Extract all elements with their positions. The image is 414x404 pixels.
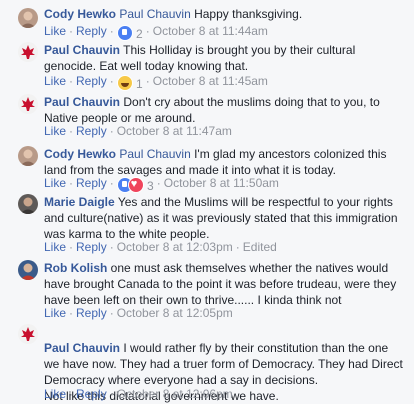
comment-body: Happy thanksgiving. [194,7,303,21]
comment-author[interactable]: Paul Chauvin [44,43,120,57]
separator: · [109,74,114,88]
comment-actions: Like · Reply · October 8 at 12:05pm [44,305,404,321]
comment-author[interactable]: Cody Hewko [44,147,116,161]
separator: · [235,240,240,254]
separator: · [156,176,161,190]
comment-text: Marie Daigle Yes and the Muslims will be… [44,194,404,242]
comment-author[interactable]: Marie Daigle [44,195,115,209]
comment-actions: Like · Reply · October 8 at 11:47am [44,123,404,139]
comment-actions: Like · Reply · October 8 at 12:03pm · Edited [44,239,404,255]
love-icon [127,177,144,193]
timestamp[interactable]: October 8 at 11:47am [117,124,232,138]
separator: · [69,24,74,38]
comment-text: Paul Chauvin Don't cry about the muslims… [44,94,404,126]
timestamp[interactable]: October 8 at 12:03pm [117,240,233,254]
reply-button[interactable]: Reply [76,306,107,320]
separator: · [69,74,74,88]
avatar[interactable] [18,94,38,114]
timestamp[interactable]: October 8 at 11:44am [153,24,268,38]
like-button[interactable]: Like [44,124,66,138]
separator: · [109,240,114,254]
like-button[interactable]: Like [44,176,66,190]
reaction-count: 3 [147,179,154,193]
separator: · [69,124,74,138]
comment-author[interactable]: Cody Hewko [44,7,116,21]
comment-text: Cody Hewko Paul Chauvin I'm glad my ance… [44,146,404,178]
separator: · [69,176,74,190]
separator: · [109,387,114,401]
timestamp[interactable]: October 8 at 12:06pm [117,387,233,401]
comment-mention[interactable]: Paul Chauvin [119,147,190,161]
comment-text: Cody Hewko Paul Chauvin Happy thanksgivi… [44,6,404,22]
like-button[interactable]: Like [44,306,66,320]
reaction-count: 2 [136,27,143,41]
reactions[interactable]: 1 [116,75,143,92]
avatar[interactable] [18,194,38,214]
avatar[interactable] [18,42,38,62]
separator: · [69,306,74,320]
comment: Marie Daigle Yes and the Muslims will be… [0,194,414,258]
comment-actions: Like · Reply · 2 · October 8 at 11:44am [44,23,404,42]
separator: · [69,387,74,401]
comment: Paul Chauvin Don't cry about the muslims… [0,94,414,144]
like-button[interactable]: Like [44,240,66,254]
like-icon [116,25,133,41]
avatar[interactable] [18,146,38,166]
avatar[interactable] [18,8,38,28]
reply-button[interactable]: Reply [76,240,107,254]
comment: Paul Chauvin This Holliday is brought yo… [0,42,414,92]
reply-button[interactable]: Reply [76,124,107,138]
comment: Rob Kolish one must ask themselves wheth… [0,260,414,322]
avatar[interactable] [18,324,38,344]
comment-author[interactable]: Paul Chauvin [44,95,120,109]
reactions[interactable]: 3 [116,177,154,194]
reaction-count: 1 [136,77,143,91]
reactions[interactable]: 2 [116,25,143,42]
separator: · [109,124,114,138]
reply-button[interactable]: Reply [76,74,107,88]
comment-text: Paul Chauvin This Holliday is brought yo… [44,42,404,74]
timestamp[interactable]: October 8 at 11:45am [153,74,268,88]
comment: Cody Hewko Paul Chauvin I'm glad my ance… [0,146,414,194]
haha-icon [116,75,133,91]
reply-button[interactable]: Reply [76,387,107,401]
like-button[interactable]: Like [44,387,66,401]
timestamp[interactable]: October 8 at 11:50am [164,176,279,190]
separator: · [145,74,150,88]
avatar[interactable] [18,260,38,280]
comment: Paul Chauvin I would rather fly by their… [0,324,414,403]
edited-label[interactable]: Edited [243,240,277,254]
comment-mention[interactable]: Paul Chauvin [119,7,190,21]
like-button[interactable]: Like [44,74,66,88]
comment-actions: Like · Reply · October 8 at 12:06pm [44,386,404,402]
reply-button[interactable]: Reply [76,176,107,190]
separator: · [109,24,114,38]
reply-button[interactable]: Reply [76,24,107,38]
separator: · [109,176,114,190]
comment: Cody Hewko Paul Chauvin Happy thanksgivi… [0,6,414,42]
timestamp[interactable]: October 8 at 12:05pm [117,306,233,320]
comment-text: Rob Kolish one must ask themselves wheth… [44,260,404,308]
comment-actions: Like · Reply · 1 · October 8 at 11:45am [44,73,404,92]
comment-actions: Like·Reply· 3·October 8 at 11:50am [44,175,404,194]
comment-author[interactable]: Paul Chauvin [44,341,120,355]
separator: · [109,306,114,320]
comment-author[interactable]: Rob Kolish [44,261,107,275]
separator: · [145,24,150,38]
like-button[interactable]: Like [44,24,66,38]
separator: · [69,240,74,254]
